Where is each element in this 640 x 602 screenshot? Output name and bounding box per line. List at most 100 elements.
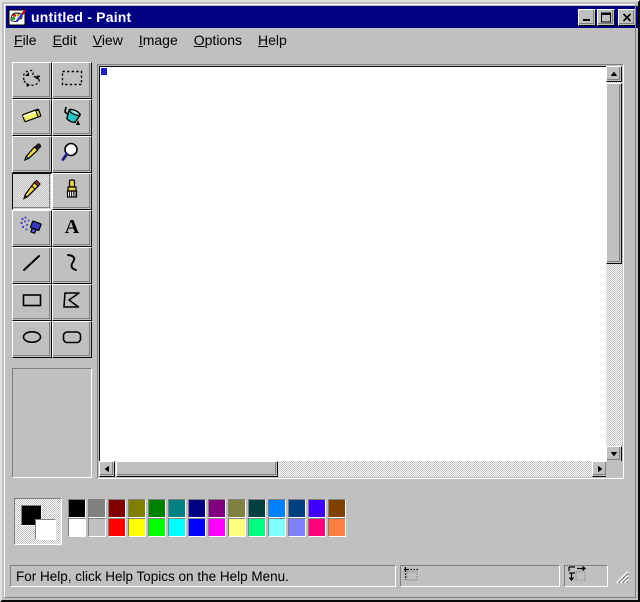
background-color-swatch[interactable] (35, 519, 56, 540)
palette-row-top (68, 499, 348, 518)
tool-pencil[interactable] (12, 173, 52, 210)
palette-swatch-0-9[interactable] (248, 499, 266, 518)
current-colors-indicator[interactable] (14, 498, 62, 545)
menu-file-accel: F (14, 32, 23, 48)
menu-edit[interactable]: Edit (45, 30, 85, 50)
tool-brush[interactable] (52, 173, 92, 210)
palette-swatch-0-2[interactable] (108, 499, 126, 518)
palette-swatch-1-13[interactable] (328, 518, 346, 537)
palette-swatch-1-3[interactable] (128, 518, 146, 537)
palette-swatch-0-8[interactable] (228, 499, 246, 518)
status-size-pane (564, 565, 608, 587)
palette-swatch-1-7[interactable] (208, 518, 226, 537)
palette-grid (68, 499, 348, 537)
tool-polygon[interactable] (52, 284, 92, 321)
tool-line[interactable] (12, 247, 52, 284)
tool-airbrush[interactable] (12, 210, 52, 247)
scroll-left-button[interactable] (99, 461, 115, 477)
menu-view[interactable]: View (85, 30, 131, 50)
resize-grip[interactable] (613, 568, 629, 584)
tool-pick-color[interactable] (12, 136, 52, 173)
palette-swatch-0-0[interactable] (68, 499, 86, 518)
toolbox: A (12, 62, 92, 364)
scroll-up-button[interactable] (606, 66, 622, 82)
palette-swatch-0-7[interactable] (208, 499, 226, 518)
palette-swatch-1-10[interactable] (268, 518, 286, 537)
canvas-cursor-mark (101, 68, 107, 75)
window-controls (577, 8, 636, 26)
palette-swatch-1-4[interactable] (148, 518, 166, 537)
scrollbar-corner (606, 461, 622, 477)
tool-select[interactable] (52, 62, 92, 99)
palette-swatch-color (149, 519, 165, 536)
tool-rectangle[interactable] (12, 284, 52, 321)
menu-options-accel: O (193, 32, 205, 48)
palette-swatch-0-11[interactable] (288, 499, 306, 518)
maximize-icon (598, 10, 614, 25)
palette-swatch-1-9[interactable] (248, 518, 266, 537)
palette-swatch-0-5[interactable] (168, 499, 186, 518)
palette-swatch-1-6[interactable] (188, 518, 206, 537)
menu-help[interactable]: Help (250, 30, 295, 50)
palette-swatch-color (289, 519, 305, 536)
palette-swatch-0-10[interactable] (268, 499, 286, 518)
minimize-button[interactable] (578, 8, 596, 26)
palette-swatch-0-6[interactable] (188, 499, 206, 518)
palette-swatch-color (229, 519, 245, 536)
palette-swatch-color (329, 519, 345, 536)
palette-swatch-color (329, 500, 345, 517)
palette-swatch-0-1[interactable] (88, 499, 106, 518)
canvas-area (97, 64, 624, 479)
palette-swatch-color (189, 519, 205, 536)
svg-text:A: A (65, 216, 80, 238)
drawing-canvas[interactable] (99, 66, 608, 462)
paintbrush-icon (59, 177, 85, 206)
scroll-down-button[interactable] (606, 446, 622, 462)
vertical-scroll-thumb[interactable] (606, 83, 622, 264)
tool-fill[interactable] (52, 99, 92, 136)
palette-swatch-1-8[interactable] (228, 518, 246, 537)
status-help-pane: For Help, click Help Topics on the Help … (10, 565, 396, 587)
maximize-button[interactable] (597, 8, 615, 26)
palette-swatch-color (249, 500, 265, 517)
palette-swatch-color (129, 519, 145, 536)
palette-swatch-1-2[interactable] (108, 518, 126, 537)
palette-swatch-color (109, 519, 125, 536)
palette-swatch-color (109, 500, 125, 517)
palette-swatch-color (89, 519, 105, 536)
palette-swatch-color (269, 500, 285, 517)
horizontal-scroll-thumb[interactable] (116, 461, 278, 477)
horizontal-scrollbar[interactable] (99, 461, 608, 477)
tool-free-form-select[interactable] (12, 62, 52, 99)
tool-ellipse[interactable] (12, 321, 52, 358)
menu-image[interactable]: Image (131, 30, 186, 50)
tool-magnifier[interactable] (52, 136, 92, 173)
palette-swatch-1-0[interactable] (68, 518, 86, 537)
tool-text[interactable]: A (52, 210, 92, 247)
rectangular-select-icon (59, 66, 85, 95)
airbrush-icon (19, 214, 45, 243)
menu-options[interactable]: Options (186, 30, 250, 50)
tool-eraser[interactable] (12, 99, 52, 136)
ellipse-icon (19, 325, 45, 354)
palette-swatch-0-13[interactable] (328, 499, 346, 518)
palette-swatch-0-3[interactable] (128, 499, 146, 518)
menu-file[interactable]: File (6, 30, 45, 50)
status-position-pane (400, 565, 560, 587)
palette-swatch-0-12[interactable] (308, 499, 326, 518)
palette-swatch-1-5[interactable] (168, 518, 186, 537)
palette-swatch-0-4[interactable] (148, 499, 166, 518)
close-button[interactable] (618, 8, 636, 26)
vertical-scrollbar[interactable] (606, 66, 622, 462)
palette-swatch-color (249, 519, 265, 536)
menu-bar: File Edit View Image Options Help (6, 30, 638, 50)
palette-swatch-1-1[interactable] (88, 518, 106, 537)
paint-window: untitled - Paint File Edit View Image Op… (0, 0, 640, 602)
tool-curve[interactable] (52, 247, 92, 284)
tool-options-panel[interactable] (12, 368, 92, 478)
palette-swatch-1-11[interactable] (288, 518, 306, 537)
title-bar[interactable]: untitled - Paint (6, 6, 638, 28)
status-bar: For Help, click Help Topics on the Help … (10, 562, 634, 590)
palette-swatch-1-12[interactable] (308, 518, 326, 537)
tool-rounded-rectangle[interactable] (52, 321, 92, 358)
